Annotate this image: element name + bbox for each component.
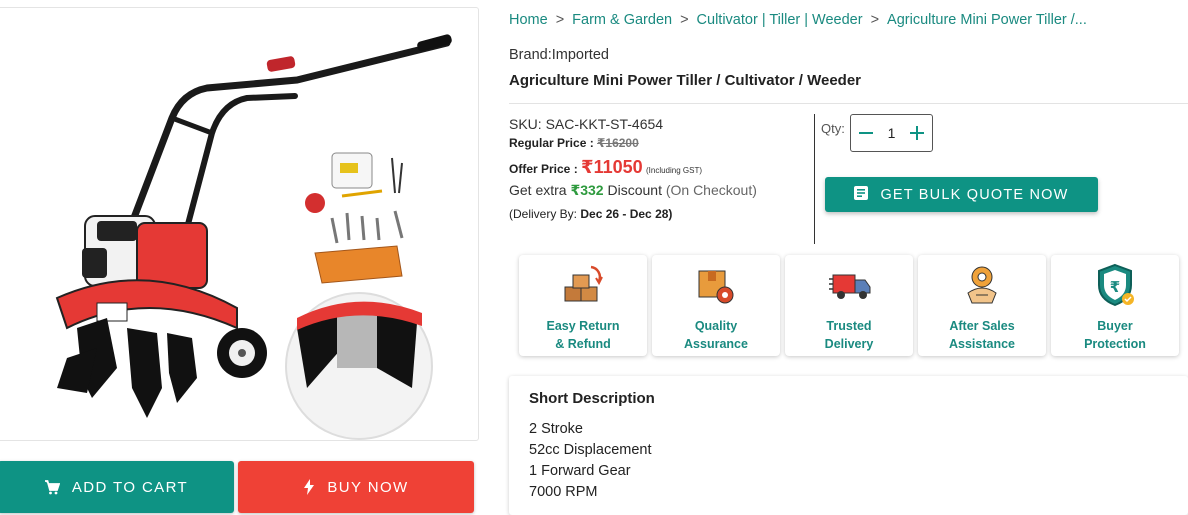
add-to-cart-label: ADD TO CART [71,478,189,496]
offer-price-label: Offer Price : [509,162,578,176]
delivery-estimate: (Delivery By: Dec 26 - Dec 28) [509,207,672,221]
product-image[interactable] [0,7,479,441]
bulk-quote-button[interactable]: GET BULK QUOTE NOW [825,177,1098,212]
minus-icon[interactable] [858,125,874,141]
breadcrumb-separator: > [555,12,565,28]
quality-box-icon [698,270,734,304]
breadcrumb-cultivator[interactable]: Cultivator | Tiller | Weeder [697,12,863,28]
qty-label: Qty: [821,121,845,136]
divider [509,103,1188,104]
extra-word: Discount [607,182,662,198]
regular-price-value: ₹16200 [597,136,639,150]
delivery-dates: Dec 26 - Dec 28) [580,207,673,221]
description-item: 2 Stroke [529,421,583,437]
plus-icon[interactable] [909,125,925,141]
lightning-icon [303,479,315,495]
delivery-truck-icon [829,274,871,299]
svg-text:₹: ₹ [1110,278,1120,296]
bulk-quote-label: GET BULK QUOTE NOW [880,186,1069,203]
breadcrumb-separator: > [870,12,880,28]
add-to-cart-button[interactable]: ADD TO CART [0,461,234,513]
breadcrumb: Home > Farm & Garden > Cultivator | Till… [509,12,1087,28]
breadcrumb-separator: > [680,12,689,28]
product-sku: SKU: SAC-KKT-ST-4654 [509,116,664,132]
quantity-value[interactable]: 1 [888,125,896,141]
short-description: Short Description 2 Stroke 52cc Displace… [509,376,1188,515]
feature-line2: Protection [1084,337,1146,351]
feature-line2: & Refund [555,337,611,351]
feature-line1: Trusted [826,319,872,333]
breadcrumb-current[interactable]: Agriculture Mini Power Tiller /... [887,12,1087,28]
offer-price-value: ₹11050 [581,157,643,177]
document-icon [854,185,869,204]
vertical-divider [814,114,815,244]
breadcrumb-home[interactable]: Home [509,12,548,28]
extra-note: (On Checkout) [665,182,757,198]
description-item: 1 Forward Gear [529,463,631,479]
description-item: 52cc Displacement [529,442,652,458]
offer-price: Offer Price : ₹11050 (Including GST) [509,157,702,178]
handshake-gear-icon [967,266,997,304]
power-tiller-illustration [55,34,452,440]
gst-note: (Including GST) [645,166,703,175]
feature-line1: After Sales [949,319,1015,333]
feature-buyer-protection: ₹ Buyer Protection [1051,255,1179,356]
short-description-heading: Short Description [529,390,655,407]
buy-now-button[interactable]: BUY NOW [238,461,474,513]
feature-quality: Quality Assurance [652,255,780,356]
breadcrumb-farm-garden[interactable]: Farm & Garden [572,12,672,28]
feature-after-sales: After Sales Assistance [918,255,1046,356]
feature-easy-return: Easy Return & Refund [519,255,647,356]
extra-prefix: Get extra [509,182,567,198]
return-boxes-icon [564,265,603,302]
product-title: Agriculture Mini Power Tiller / Cultivat… [509,72,862,89]
feature-line2: Assistance [948,337,1015,351]
feature-line2: Delivery [824,337,874,351]
feature-line1: Easy Return [546,319,620,333]
feature-line1: Buyer [1097,319,1133,333]
extra-discount: Get extra ₹332 Discount (On Checkout) [509,182,757,199]
description-item: 7000 RPM [529,484,598,500]
feature-line2: Assurance [684,337,748,351]
product-brand: Brand:Imported [509,47,609,63]
buy-now-label: BUY NOW [327,478,409,496]
quantity-stepper: 1 [850,114,933,152]
shield-rupee-icon: ₹ [1098,263,1134,307]
cart-icon [44,479,60,495]
extra-amount: ₹332 [570,182,604,198]
delivery-label: (Delivery By: [509,207,578,221]
regular-price-label: Regular Price : [509,136,594,150]
regular-price: Regular Price : ₹16200 [509,136,639,150]
feature-delivery: Trusted Delivery [785,255,913,356]
feature-line1: Quality [694,319,738,333]
